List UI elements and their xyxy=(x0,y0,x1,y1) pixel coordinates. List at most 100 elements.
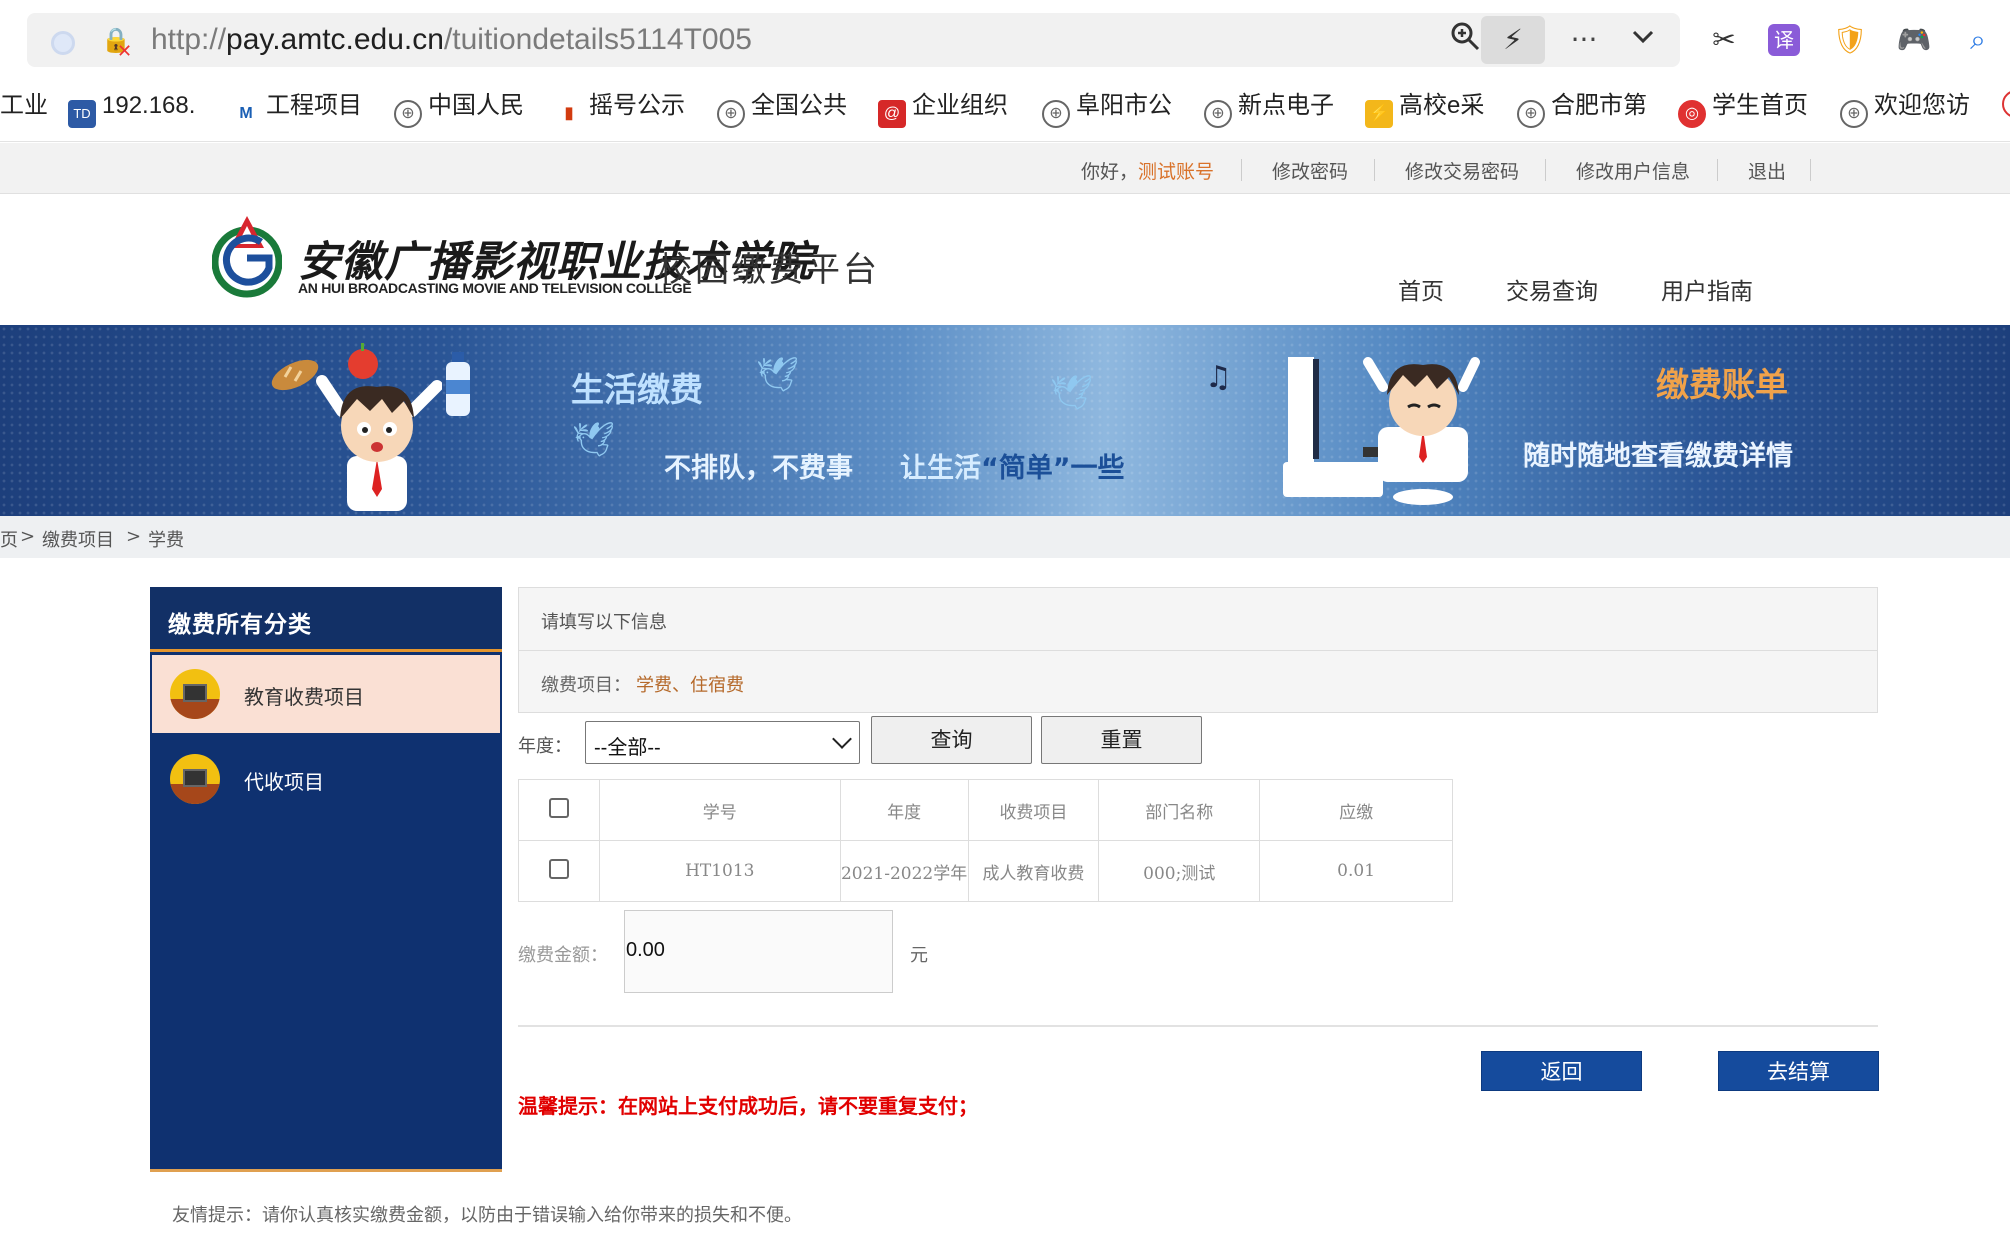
account-name[interactable]: 测试账号 xyxy=(1138,161,1214,183)
category-badge-icon xyxy=(170,754,220,804)
column-header: 收费项目 xyxy=(967,779,1100,841)
back-button[interactable]: 返回 xyxy=(1481,1051,1642,1091)
sidebar-item-education-fees[interactable]: 教育收费项目 xyxy=(152,655,500,733)
sidebar-item-collection[interactable]: 代收项目 xyxy=(152,740,500,818)
change-trade-password-link[interactable]: 修改交易密码 xyxy=(1405,157,1519,184)
td-icon: TD xyxy=(68,100,96,128)
bookmark-item[interactable]: ▮ 摇号公示 xyxy=(555,86,685,126)
translate-icon[interactable]: 译 xyxy=(1768,24,1800,56)
bird-icon: 🕊 xyxy=(1050,373,1094,413)
insecure-lock-icon[interactable]: 🔒 ✕ xyxy=(101,25,132,62)
breadcrumb-separator: > xyxy=(20,526,36,547)
globe-icon: ⊕ xyxy=(1840,100,1868,128)
more-icon[interactable]: ··· xyxy=(1564,20,1604,60)
globe-icon: ⊕ xyxy=(717,100,745,128)
year-select[interactable]: --全部-- xyxy=(585,721,860,764)
edit-user-info-link[interactable]: 修改用户信息 xyxy=(1576,157,1690,184)
table-row[interactable]: HT1013 2021-2022学年 成人教育收费 000;测试 0.01 xyxy=(518,840,1453,902)
shield-icon[interactable]: 🛡 xyxy=(1830,20,1870,60)
bookmark-item[interactable]: @ 企业组织 xyxy=(878,86,1008,128)
cartoon-man-right xyxy=(1283,357,1480,505)
banner-title-right: 缴费账单 xyxy=(1656,365,1788,404)
chevron-down-icon[interactable] xyxy=(1623,20,1663,60)
divider xyxy=(1374,159,1375,181)
site-status-icon[interactable] xyxy=(51,31,75,55)
amount-label: 缴费金额： xyxy=(518,945,608,966)
column-header: 应缴 xyxy=(1259,779,1453,841)
bookmark-item[interactable]: TD 192.168. xyxy=(68,86,195,128)
bookmark-item[interactable]: ⊕ 新点电子 xyxy=(1204,86,1334,128)
globe-icon: ⊕ xyxy=(394,100,422,128)
greeting: 你好，测试账号 xyxy=(1081,161,1215,183)
table-cell: 0.01 xyxy=(1259,840,1453,902)
category-badge-icon xyxy=(170,669,220,719)
column-header: 年度 xyxy=(839,779,969,841)
table-cell: 2021-2022学年 xyxy=(839,840,969,902)
category-sidebar: 缴费所有分类 教育收费项目 代收项目 xyxy=(150,587,502,1172)
table-cell: HT1013 xyxy=(598,840,841,902)
divider xyxy=(518,1025,1878,1027)
lightning-icon: ⚡ xyxy=(1365,100,1393,128)
chevron-down-icon xyxy=(832,729,852,749)
checkout-button[interactable]: 去结算 xyxy=(1718,1051,1879,1091)
fee-table: 学号 年度 收费项目 部门名称 应缴 HT1013 2021-2022学年 成人… xyxy=(518,779,1453,902)
globe-icon: ⊕ xyxy=(1042,100,1070,128)
breadcrumb-separator: > xyxy=(126,526,142,547)
logout-link[interactable]: 退出 xyxy=(1748,157,1786,184)
game-icon[interactable]: 🎮 xyxy=(1894,20,1934,60)
search-icon[interactable]: ⌕ xyxy=(1958,20,1998,60)
college-logo-icon[interactable] xyxy=(212,210,282,306)
url-text[interactable]: http://pay.amtc.edu.cn/tuitiondetails511… xyxy=(151,23,752,57)
bookmark-item[interactable]: ⊕ 中国人民 xyxy=(394,86,524,128)
info-header: 请填写以下信息 xyxy=(519,588,1877,651)
select-all-cell xyxy=(518,779,600,841)
nav-transaction-query[interactable]: 交易查询 xyxy=(1506,272,1598,306)
divider xyxy=(1810,159,1811,181)
bookmark-item[interactable]: 工业 xyxy=(0,86,48,126)
bookmark-item[interactable]: ⊕ 合肥市第 xyxy=(1517,86,1647,128)
bookmark-item[interactable]: M 工程项目 xyxy=(232,86,362,126)
bookmark-item[interactable]: ◎ 学生首页 xyxy=(1678,86,1808,128)
row-checkbox[interactable] xyxy=(548,858,569,879)
lightning-icon[interactable]: ⚡ xyxy=(1481,16,1545,64)
address-bar[interactable]: 🔒 ✕ http://pay.amtc.edu.cn/tuitiondetails… xyxy=(27,13,1680,67)
query-button[interactable]: 查询 xyxy=(871,716,1032,764)
divider xyxy=(1241,159,1242,181)
globe-icon: ⊕ xyxy=(1517,100,1545,128)
sidebar-item-label: 代收项目 xyxy=(244,770,324,794)
breadcrumb: 页 > 缴费项目 > 学费 xyxy=(0,516,2010,558)
bookmark-item[interactable]: ⊕ 全国公共 xyxy=(717,86,847,128)
reset-button[interactable]: 重置 xyxy=(1041,716,1202,764)
change-password-link[interactable]: 修改密码 xyxy=(1272,157,1348,184)
browser-chrome: 🔒 ✕ http://pay.amtc.edu.cn/tuitiondetails… xyxy=(0,0,2010,142)
banner-slogan-1: 不排队，不费事 xyxy=(664,453,853,484)
music-note-icon: ♫ xyxy=(1205,360,1232,395)
chart-icon: ▮ xyxy=(564,105,574,122)
breadcrumb-payment-items[interactable]: 缴费项目 xyxy=(42,526,114,552)
column-header: 学号 xyxy=(598,779,841,841)
banner-texture xyxy=(0,325,2010,516)
globe-icon: ⊕ xyxy=(1204,100,1232,128)
nav-user-guide[interactable]: 用户指南 xyxy=(1661,272,1753,306)
select-all-checkbox[interactable] xyxy=(548,797,569,818)
m-icon: M xyxy=(239,105,253,122)
bookmark-item[interactable]: ⊕ 欢迎您访 xyxy=(1840,86,1970,128)
breadcrumb-home[interactable]: 页 xyxy=(0,526,18,552)
bookmark-overflow xyxy=(2002,86,2010,126)
bird-icon: 🕊 xyxy=(756,355,800,395)
nav-home[interactable]: 首页 xyxy=(1398,272,1444,306)
sidebar-item-label: 教育收费项目 xyxy=(244,685,364,709)
bird-icon: 🕊 xyxy=(572,420,616,460)
amount-input[interactable]: 0.00 xyxy=(624,910,893,993)
info-heading: 请填写以下信息 xyxy=(541,612,667,633)
bookmark-item[interactable]: ⊕ 阜阳市公 xyxy=(1042,86,1172,128)
bookmark-item[interactable]: ⚡ 高校e采 xyxy=(1365,86,1484,128)
amount-value: 0.00 xyxy=(626,939,665,961)
friendly-tip: 友情提示：请你认真核实缴费金额，以防由于错误输入给你带来的损失和不便。 xyxy=(172,1205,802,1226)
zoom-icon[interactable] xyxy=(1445,20,1485,60)
year-selected-value: --全部-- xyxy=(594,737,661,759)
platform-title: 校园缴费平台 xyxy=(658,250,880,290)
banner-slogan-2: 让生活“简单”一些 xyxy=(900,453,1125,484)
sidebar-title: 缴费所有分类 xyxy=(168,612,312,638)
scissors-icon[interactable]: ✂ xyxy=(1704,20,1744,60)
